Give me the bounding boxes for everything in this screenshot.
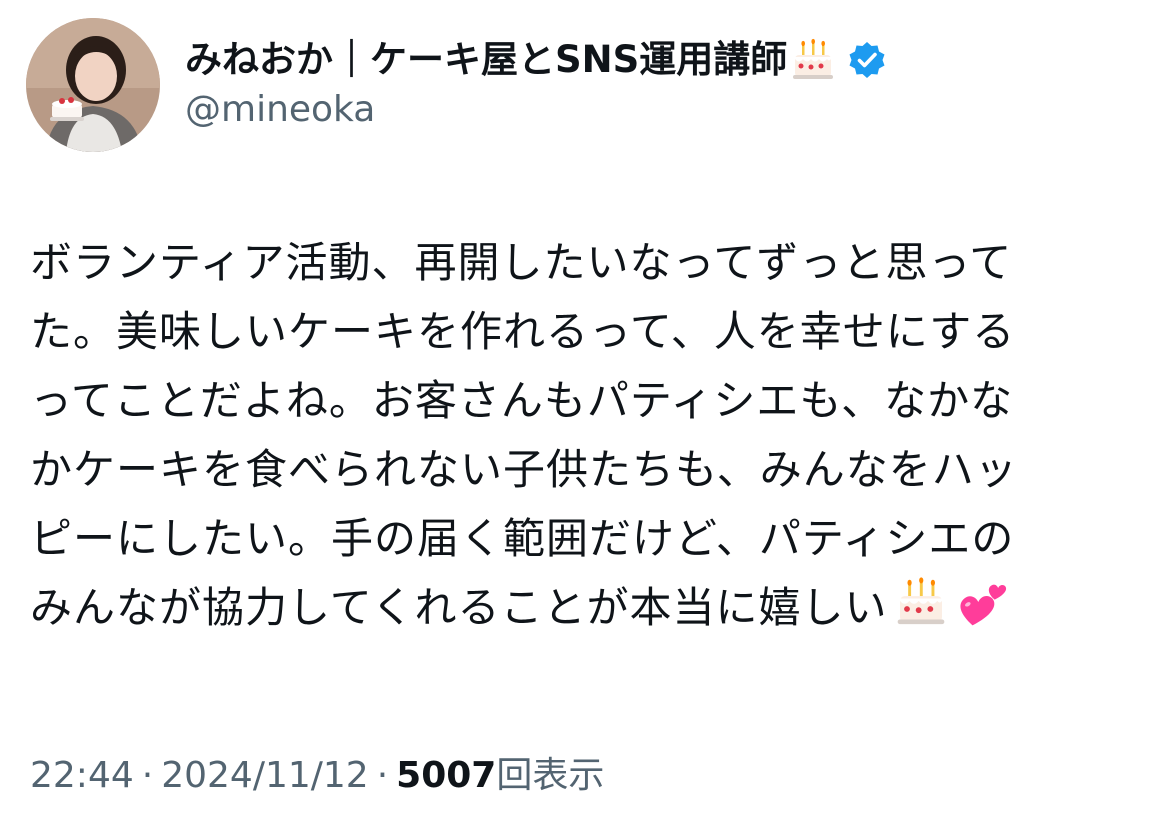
tweet-meta: 22:44 · 2024/11/12 · 5007回表示 bbox=[30, 752, 604, 800]
birthday-cake-icon bbox=[789, 36, 837, 84]
meta-separator: · bbox=[141, 755, 154, 796]
tweet-time[interactable]: 22:44 bbox=[30, 755, 134, 796]
views-count[interactable]: 5007 bbox=[396, 755, 496, 796]
author-identity[interactable]: みねおか｜ケーキ屋とSNS運用講師 @mineoka bbox=[185, 30, 887, 132]
tweet-date[interactable]: 2024/11/12 bbox=[161, 755, 369, 796]
handle[interactable]: @mineoka bbox=[185, 88, 887, 132]
avatar[interactable] bbox=[26, 18, 160, 152]
tweet-line: かケーキを食べられない子供たちも、みんなをハッ bbox=[30, 445, 1018, 494]
display-name[interactable]: みねおか｜ケーキ屋とSNS運用講師 bbox=[185, 30, 787, 90]
tweet-line: ピーにしたい。手の届く範囲だけど、パティシエの bbox=[30, 514, 1015, 563]
tweet-line-last: みんなが協力してくれることが本当に嬉しい bbox=[30, 573, 1140, 642]
tweet-body: ボランティア活動、再開したいなってずっと思って た。美味しいケーキを作れるって、… bbox=[30, 228, 1140, 642]
tweet-header: みねおか｜ケーキ屋とSNS運用講師 @mineoka bbox=[26, 18, 887, 152]
tweet-line: た。美味しいケーキを作れるって、人を幸せにする bbox=[30, 307, 1016, 356]
name-row: みねおか｜ケーキ屋とSNS運用講師 bbox=[185, 30, 887, 90]
avatar-photo bbox=[26, 18, 160, 152]
tweet-line: ってことだよね。お客さんもパティシエも、なかな bbox=[30, 376, 1014, 425]
meta-separator: · bbox=[376, 755, 389, 796]
tweet-line: ボランティア活動、再開したいなってずっと思って bbox=[30, 238, 1013, 287]
birthday-cake-icon bbox=[893, 574, 949, 630]
verified-badge-icon[interactable] bbox=[847, 40, 887, 80]
two-hearts-icon bbox=[955, 574, 1011, 630]
views-label: 回表示 bbox=[496, 755, 605, 796]
tweet-line-text: みんなが協力してくれることが本当に嬉しい bbox=[30, 583, 888, 632]
